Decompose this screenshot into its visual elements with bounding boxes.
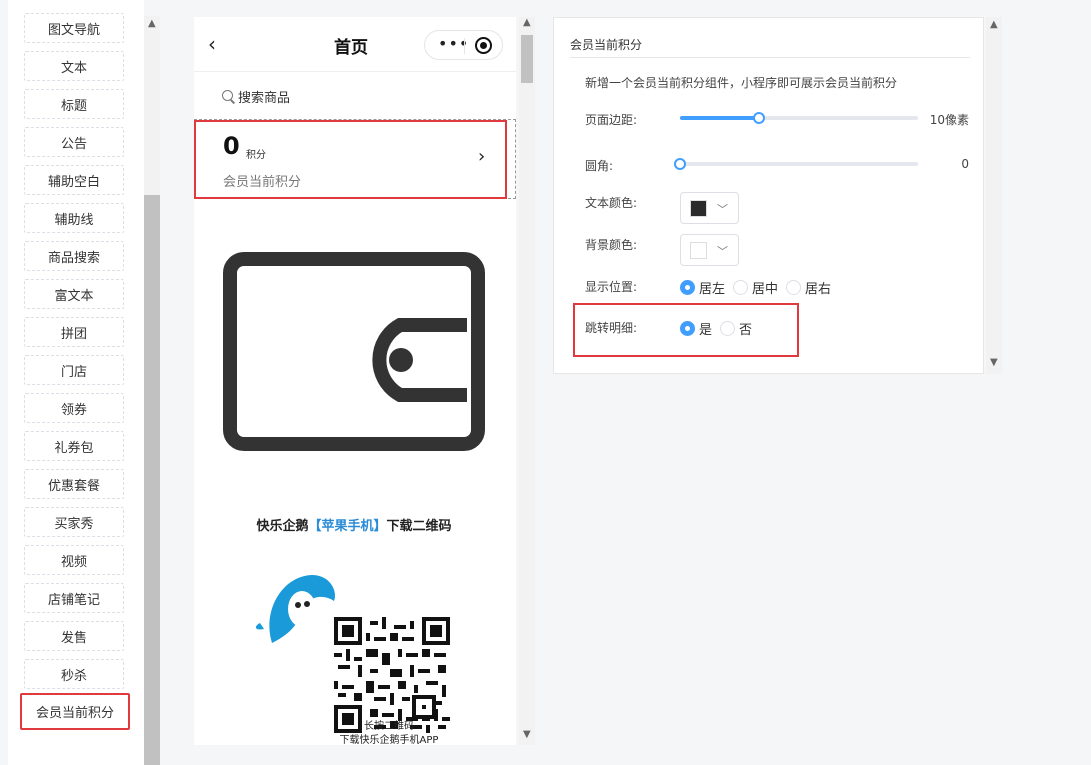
settings-title: 会员当前积分: [570, 38, 643, 52]
scroll-up-icon[interactable]: ▲: [990, 19, 998, 30]
radio-dot-icon[interactable]: [680, 280, 695, 295]
bg-color-picker[interactable]: ﹀: [680, 234, 739, 266]
radius-value: 0: [961, 157, 969, 171]
promo-caption-line2: 下载快乐企鹅手机APP: [339, 735, 439, 745]
close-target-icon[interactable]: [475, 37, 492, 54]
scrollbar-thumb[interactable]: [144, 195, 160, 765]
radius-slider[interactable]: [674, 158, 918, 170]
component-item[interactable]: 视频: [24, 545, 124, 575]
search-icon: [222, 90, 235, 103]
penguin-mascot-icon: [255, 575, 336, 643]
search-bar[interactable]: 搜索商品: [222, 87, 290, 106]
margin-value: 10像素: [929, 113, 969, 127]
scrollbar-thumb[interactable]: [521, 35, 533, 83]
component-list-scrollbar[interactable]: ▲: [144, 16, 160, 765]
component-item[interactable]: 富文本: [24, 279, 124, 309]
back-arrow-icon[interactable]: ‹: [208, 33, 228, 55]
phone-header: ‹ 首页 •••: [194, 17, 516, 72]
component-item[interactable]: 门店: [24, 355, 124, 385]
margin-label: 页面边距:: [585, 113, 638, 127]
scroll-down-icon[interactable]: ▼: [990, 357, 998, 368]
promo-title: 快乐企鹅【苹果手机】下载二维码: [214, 515, 494, 534]
component-item[interactable]: 优惠套餐: [24, 469, 124, 499]
page-title: 首页: [334, 38, 368, 58]
component-item[interactable]: 发售: [24, 621, 124, 651]
bg-color-label: 背景颜色:: [585, 238, 638, 252]
text-color-picker[interactable]: ﹀: [680, 192, 739, 224]
component-item[interactable]: 商品搜索: [24, 241, 124, 271]
text-color-label: 文本颜色:: [585, 196, 638, 210]
position-radio-label: 居右: [805, 282, 832, 297]
component-item[interactable]: 标题: [24, 89, 124, 119]
chevron-down-icon: ﹀: [717, 245, 728, 258]
promo-caption: 长按二维码 下载快乐企鹅手机APP: [324, 720, 454, 745]
promo-caption-line1: 长按二维码: [364, 721, 414, 732]
position-radio-option[interactable]: 居左: [680, 278, 725, 297]
scroll-up-icon[interactable]: ▲: [523, 17, 531, 28]
position-radio-label: 居中: [752, 282, 779, 297]
settings-scrollbar[interactable]: ▲ ▼: [986, 17, 1002, 374]
position-radio-option[interactable]: 居中: [733, 278, 778, 297]
download-promo: 快乐企鹅【苹果手机】下载二维码 长按二维码 下载快乐企鹅手机APP: [214, 493, 494, 745]
search-placeholder: 搜索商品: [238, 91, 291, 106]
position-radio-option[interactable]: 居右: [786, 278, 831, 297]
component-item[interactable]: 店铺笔记: [24, 583, 124, 613]
radio-dot-icon[interactable]: [786, 280, 802, 295]
phone-scrollbar[interactable]: ▲ ▼: [519, 17, 535, 745]
component-item[interactable]: 拼团: [24, 317, 124, 347]
points-card-highlight-box: [194, 120, 507, 199]
radio-dot-icon[interactable]: [733, 280, 749, 295]
component-list: 图文导航文本标题公告辅助空白辅助线商品搜索富文本拼团门店领券礼券包优惠套餐买家秀…: [8, 0, 144, 765]
promo-highlight: 【苹果手机】: [308, 519, 387, 534]
mini-program-capsule: •••: [424, 30, 503, 60]
capsule-divider: [464, 38, 465, 54]
chevron-down-icon: ﹀: [717, 203, 728, 216]
qr-code: [334, 617, 450, 733]
radius-label: 圆角:: [585, 159, 614, 173]
position-radio-group: 居左 居中 居右: [680, 278, 839, 297]
scroll-up-icon[interactable]: ▲: [148, 18, 156, 29]
text-color-swatch: [690, 200, 707, 217]
margin-slider-fill: [680, 116, 760, 120]
component-item[interactable]: 买家秀: [24, 507, 124, 537]
jump-highlight-box: [573, 303, 799, 357]
wallet-image: [205, 207, 505, 493]
component-item[interactable]: 领券: [24, 393, 124, 423]
position-label: 显示位置:: [585, 280, 638, 294]
wallet-icon: [223, 252, 485, 451]
bg-color-swatch: [690, 242, 707, 259]
settings-description: 新增一个会员当前积分组件，小程序即可展示会员当前积分: [585, 76, 898, 90]
component-item[interactable]: 礼券包: [24, 431, 124, 461]
component-item[interactable]: 辅助线: [24, 203, 124, 233]
component-item[interactable]: 公告: [24, 127, 124, 157]
settings-divider: [570, 57, 970, 58]
scroll-down-icon[interactable]: ▼: [523, 729, 531, 740]
margin-slider[interactable]: [680, 112, 918, 124]
phone-preview: ‹ 首页 ••• 搜索商品 0 积分 会员当前积分 › 快乐企鹅【苹果手机】下载…: [194, 17, 516, 745]
settings-panel: 会员当前积分 新增一个会员当前积分组件，小程序即可展示会员当前积分 页面边距: …: [553, 17, 984, 374]
margin-slider-handle[interactable]: [753, 112, 766, 124]
radius-slider-handle[interactable]: [674, 158, 686, 170]
promo-prefix: 快乐企鹅: [256, 519, 309, 534]
component-item[interactable]: 文本: [24, 51, 124, 81]
component-item[interactable]: 会员当前积分: [20, 693, 130, 730]
component-item[interactable]: 秒杀: [24, 659, 124, 689]
position-radio-label: 居左: [699, 282, 726, 297]
component-item[interactable]: 图文导航: [24, 13, 124, 43]
component-item[interactable]: 辅助空白: [24, 165, 124, 195]
promo-suffix: 下载二维码: [386, 519, 452, 534]
